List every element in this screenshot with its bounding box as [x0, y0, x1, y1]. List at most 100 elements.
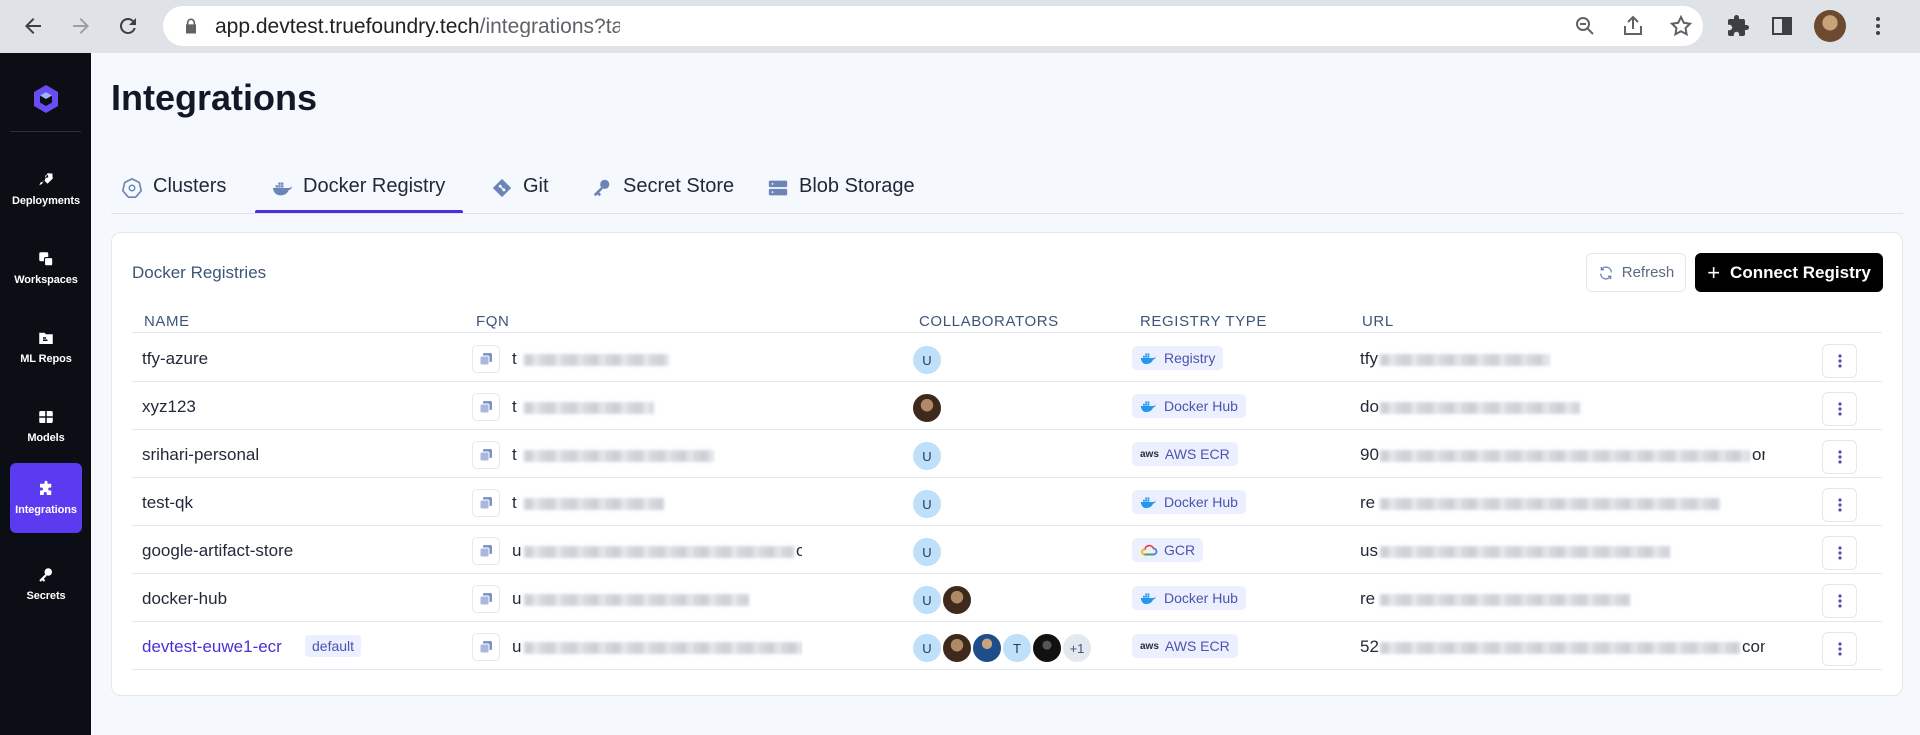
- collaborators-list[interactable]: U: [911, 536, 943, 568]
- share-icon[interactable]: [1621, 14, 1645, 38]
- redacted-text: [524, 594, 749, 606]
- fqn-visible-text: t: [512, 493, 517, 512]
- more-collaborators-count[interactable]: +1: [1061, 632, 1093, 664]
- url-visible-text: re: [1360, 493, 1376, 512]
- url-visible-text: 90: [1360, 445, 1379, 464]
- redacted-text: [524, 354, 669, 366]
- table-row[interactable]: tfy-azure t U Registry tfy: [132, 334, 1882, 382]
- redacted-text: [1380, 594, 1630, 606]
- table-row[interactable]: devtest-euwe1-ecr default ur U T +1 aws AWS ECR…: [132, 622, 1882, 670]
- row-actions-menu-button[interactable]: [1822, 392, 1857, 426]
- row-actions-menu-button[interactable]: [1822, 632, 1857, 666]
- fqn-visible-text: u: [512, 541, 522, 560]
- fqn-value: t: [512, 445, 802, 467]
- copy-fqn-button[interactable]: [472, 345, 500, 373]
- truefoundry-logo[interactable]: [30, 83, 62, 115]
- extensions-puzzle-icon[interactable]: [1726, 14, 1750, 38]
- grid-icon: [39, 411, 53, 423]
- bookmark-star-icon[interactable]: [1669, 14, 1693, 38]
- sidebar-item-label: Models: [27, 432, 65, 444]
- collaborators-list[interactable]: U: [911, 344, 943, 376]
- collaborators-list[interactable]: U T +1: [911, 632, 1093, 664]
- copy-fqn-button[interactable]: [472, 393, 500, 421]
- copy-fqn-button[interactable]: [472, 441, 500, 469]
- sidebar-item-ml-repos[interactable]: ML Repos: [10, 312, 82, 382]
- table-row[interactable]: google-artifact-store u ore U GCR us: [132, 526, 1882, 574]
- address-bar[interactable]: app.devtest.truefoundry.tech/integration…: [163, 6, 1703, 46]
- collaborators-list[interactable]: U: [911, 440, 943, 472]
- sidebar-item-models[interactable]: Models: [10, 391, 82, 461]
- card-title: Docker Registries: [132, 263, 267, 282]
- collaborator-initial-avatar[interactable]: U: [911, 584, 943, 616]
- copy-fqn-button[interactable]: [472, 537, 500, 565]
- registry-name[interactable]: devtest-euwe1-ecr: [142, 637, 282, 657]
- tab-label: Clusters: [153, 175, 227, 197]
- fqn-visible-text: t: [512, 349, 517, 368]
- collaborator-initial-avatar[interactable]: U: [911, 488, 943, 520]
- copy-fqn-button[interactable]: [472, 489, 500, 517]
- collaborator-initial-avatar[interactable]: U: [911, 632, 943, 664]
- collaborator-initial-avatar[interactable]: U: [911, 536, 943, 568]
- collaborators-list[interactable]: U: [911, 488, 943, 520]
- collaborator-avatar[interactable]: [911, 392, 943, 424]
- collaborator-avatar[interactable]: [1031, 632, 1063, 664]
- side-panel-icon[interactable]: [1770, 14, 1794, 38]
- collaborator-initial-avatar[interactable]: U: [911, 344, 943, 376]
- zoom-icon[interactable]: [1573, 14, 1597, 38]
- table-row[interactable]: docker-hub u U Docker Hub re: [132, 574, 1882, 622]
- column-header-name: NAME: [144, 313, 190, 330]
- collaborator-initial-avatar[interactable]: T: [1001, 632, 1033, 664]
- reload-icon[interactable]: [108, 6, 148, 46]
- docker-icon: [1140, 593, 1156, 604]
- folder-icon: [39, 332, 53, 344]
- collaborator-initial-avatar[interactable]: U: [911, 440, 943, 472]
- redacted-text: [524, 642, 802, 654]
- back-icon[interactable]: [13, 6, 53, 46]
- collaborator-avatar[interactable]: [971, 632, 1003, 664]
- registry-url: us: [1360, 541, 1765, 563]
- row-actions-menu-button[interactable]: [1822, 488, 1857, 522]
- collaborators-list[interactable]: [911, 392, 943, 424]
- refresh-button[interactable]: Refresh: [1586, 253, 1686, 292]
- copy-fqn-button[interactable]: [472, 633, 500, 661]
- redacted-text: [524, 402, 654, 414]
- refresh-label: Refresh: [1621, 264, 1675, 281]
- table-row[interactable]: xyz123 t Docker Hub do: [132, 382, 1882, 430]
- row-actions-menu-button[interactable]: [1822, 536, 1857, 570]
- collaborator-avatar[interactable]: [941, 584, 973, 616]
- table-row[interactable]: srihari-personal t Uaws AWS ECR 90 om: [132, 430, 1882, 478]
- tab-git[interactable]: Git: [491, 175, 549, 215]
- copy-fqn-button[interactable]: [472, 585, 500, 613]
- url-visible-text: us: [1360, 541, 1378, 560]
- row-actions-menu-button[interactable]: [1822, 344, 1857, 378]
- sidebar-item-deployments[interactable]: Deployments: [10, 154, 82, 224]
- more-vertical-icon: [1837, 354, 1842, 368]
- registry-type-label: Docker Hub: [1164, 590, 1238, 606]
- connect-registry-button[interactable]: + Connect Registry: [1695, 253, 1883, 292]
- collaborators-list[interactable]: U: [911, 584, 973, 616]
- row-actions-menu-button[interactable]: [1822, 440, 1857, 474]
- registry-name: docker-hub: [142, 589, 228, 608]
- key-icon: [593, 179, 610, 197]
- sidebar-item-workspaces[interactable]: Workspaces: [10, 233, 82, 303]
- sidebar-item-integrations[interactable]: Integrations: [10, 463, 82, 533]
- registry-type-label: Docker Hub: [1164, 398, 1238, 414]
- tab-blob-storage[interactable]: Blob Storage: [767, 175, 915, 215]
- profile-avatar[interactable]: [1814, 10, 1846, 42]
- registry-url: 52 com: [1360, 637, 1765, 659]
- registry-url: 90 om: [1360, 445, 1765, 467]
- chrome-menu-icon[interactable]: [1866, 14, 1890, 38]
- redacted-text: [524, 498, 664, 510]
- redacted-text: [1380, 642, 1740, 654]
- sidebar-item-secrets[interactable]: Secrets: [10, 549, 82, 619]
- redacted-text: [524, 450, 714, 462]
- forward-icon[interactable]: [61, 6, 101, 46]
- table-row[interactable]: test-qk t U Docker Hub re: [132, 478, 1882, 526]
- row-actions-menu-button[interactable]: [1822, 584, 1857, 618]
- storage-icon: [768, 180, 788, 196]
- tab-docker-registry[interactable]: Docker Registry: [254, 175, 464, 215]
- browser-toolbar: app.devtest.truefoundry.tech/integration…: [0, 0, 1920, 53]
- collaborator-avatar[interactable]: [941, 632, 973, 664]
- tab-clusters[interactable]: Clusters: [121, 175, 226, 215]
- tab-secret-store[interactable]: Secret Store: [591, 175, 734, 215]
